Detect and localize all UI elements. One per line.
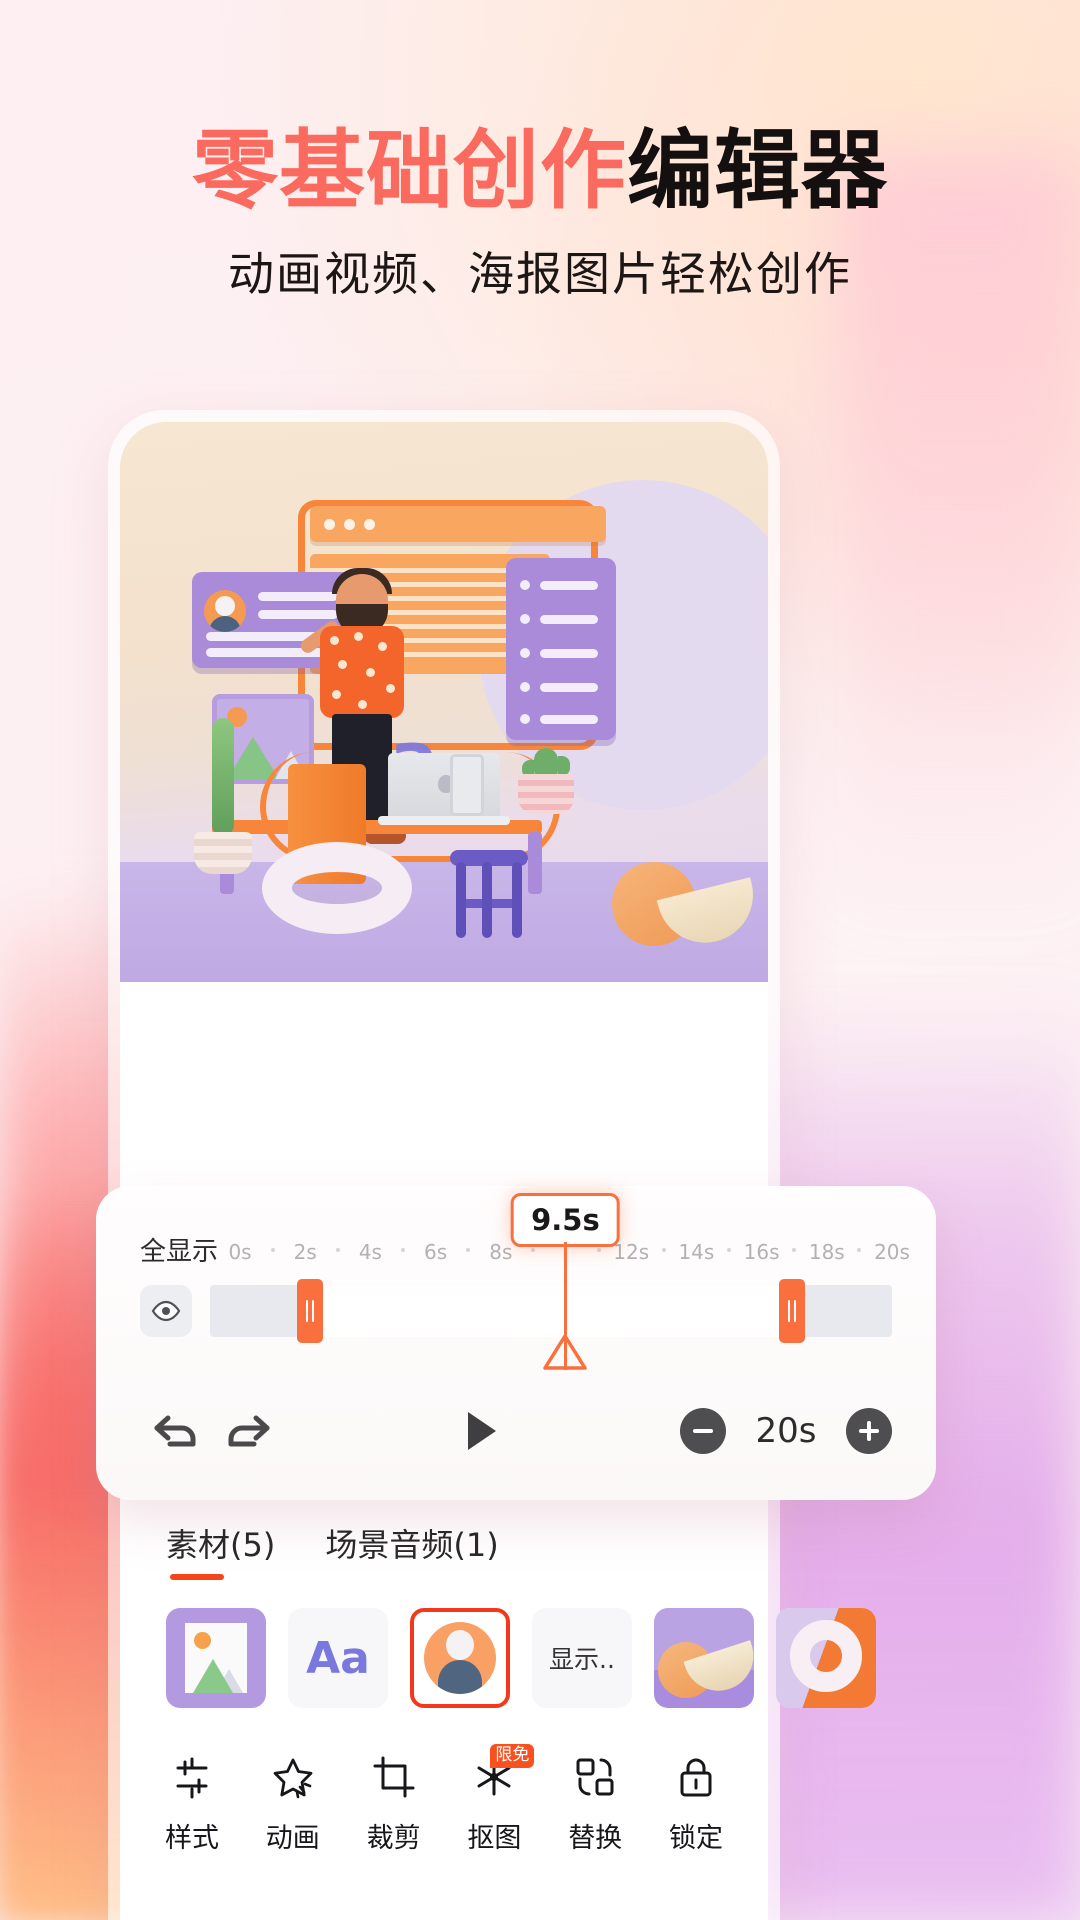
ruler-minor-tick [661,1248,666,1252]
illustration-person-torso [320,626,404,718]
workspace-illustration: Aa [120,422,768,982]
illustration-desk-leg-right [528,832,542,894]
tool-动画[interactable]: 动画 [247,1748,339,1855]
ruler-minor-tick [270,1248,275,1252]
tool-锁定[interactable]: 锁定 [650,1748,742,1855]
timeline-panel: 全显示 0s 2s 4s 6s 8s 12s 14s 16s 18s 20s 9.5s [96,1186,936,1500]
playhead-triangle-handle[interactable] [543,1334,588,1402]
ruler-tick-label: 0s [228,1240,252,1264]
trim-end-handle[interactable] [779,1279,806,1343]
all-show-label[interactable]: 全显示 [140,1231,218,1268]
image-icon [166,1608,266,1708]
undo-icon[interactable] [140,1395,212,1467]
shape-preview [654,1608,754,1708]
illustration-tall-plant [212,718,234,836]
ruler-tick-label: 16s [743,1240,780,1264]
headline-red-part: 零基础创作 [192,121,627,221]
ruler-tick-label: 14s [678,1240,715,1264]
hero-text-block: 零基础创作编辑器 动画视频、海报图片轻松创作 [0,128,1080,304]
ruler-minor-tick [531,1248,536,1252]
tool-label: 动画 [265,1823,320,1854]
tool-label: 样式 [165,1823,219,1854]
lock-icon [674,1748,718,1806]
timeline-track-row [140,1279,892,1343]
track-selected-clip[interactable] [322,1285,780,1337]
tool-label: 替换 [568,1823,623,1854]
illustration-titlebar [310,506,606,542]
status-badge: 限免 [490,1744,535,1768]
ruler-minor-tick [596,1248,601,1252]
illustration-list-card [506,558,616,740]
illustration-plant-pot [194,832,252,874]
eye-icon[interactable] [140,1285,192,1337]
timeline-controls: 20s [140,1386,892,1476]
donut-preview [776,1608,876,1708]
text-aa-label: Aa [306,1632,370,1684]
ruler-minor-tick [466,1248,471,1252]
ruler-tick-label: 18s [808,1240,845,1264]
shape-thumbnail[interactable] [654,1608,754,1708]
ruler-minor-tick [335,1248,340,1252]
tool-裁剪[interactable]: 裁剪 [348,1748,440,1855]
ruler-tick-label: 12s [613,1240,650,1264]
ruler-minor-tick [792,1248,797,1252]
illustration-stool-leg-2 [482,862,492,938]
crop-icon [372,1748,416,1806]
display-thumbnail[interactable]: 显示.. [532,1608,632,1708]
page-subtitle: 动画视频、海报图片轻松创作 [228,247,852,301]
tool-抠图[interactable]: 限免抠图 [448,1744,540,1855]
tool-替换[interactable]: 替换 [549,1748,641,1855]
duration-stepper: 20s [680,1408,892,1454]
material-thumbnail-strip: Aa 显示.. [166,1608,876,1708]
ruler-minor-tick [727,1248,731,1252]
tab-1[interactable]: 场景音频(1) [325,1520,498,1580]
swap-icon [573,1748,617,1806]
avatar-thumbnail[interactable] [410,1608,510,1708]
avatar-icon [424,1622,496,1694]
thumbnail-label: 显示.. [549,1645,615,1674]
trim-start-handle[interactable] [296,1279,323,1343]
tab-0[interactable]: 素材(5) [166,1520,275,1580]
star-icon [270,1748,316,1806]
sliders-icon [170,1748,214,1806]
headline-black-part: 编辑器 [627,121,888,221]
illustration-donut [262,842,412,934]
text-thumbnail[interactable]: Aa [288,1608,388,1708]
image-thumbnail[interactable] [166,1608,266,1708]
edit-toolbar: 样式 动画 裁剪 限免 抠图 替换 锁定 [146,1744,742,1855]
tool-label: 抠图 [467,1823,522,1854]
timeline-track[interactable] [210,1279,892,1343]
ruler-tick-label: 20s [874,1240,910,1264]
tool-label: 锁定 [668,1823,723,1854]
ruler-minor-tick [401,1248,405,1252]
illustration-stool-leg-1 [456,862,466,938]
redo-icon[interactable] [212,1395,284,1467]
illustration-phone-prop [450,754,484,816]
ruler-tick-label: 4s [358,1240,382,1264]
illustration-stool-leg-3 [512,862,522,938]
ruler-minor-tick [857,1248,862,1252]
ruler-tick-label: 2s [293,1240,317,1264]
play-icon[interactable] [284,1408,680,1454]
ruler-tick-label: 6s [424,1240,448,1264]
illustration-cactus-pot [518,774,574,814]
illustration-card-avatar [204,590,246,632]
plus-circle-icon[interactable] [846,1408,892,1454]
playhead-time-badge[interactable]: 9.5s [511,1193,620,1247]
tool-样式[interactable]: 样式 [146,1748,238,1855]
donut-thumbnail[interactable] [776,1608,876,1708]
ruler-tick-label: 8s [489,1240,513,1264]
minus-circle-icon[interactable] [680,1408,726,1454]
page-title: 零基础创作编辑器 [0,128,1080,214]
material-tabs: 素材(5) 场景音频(1) [166,1520,499,1580]
tool-label: 裁剪 [366,1823,421,1854]
duration-value: 20s [755,1411,817,1451]
